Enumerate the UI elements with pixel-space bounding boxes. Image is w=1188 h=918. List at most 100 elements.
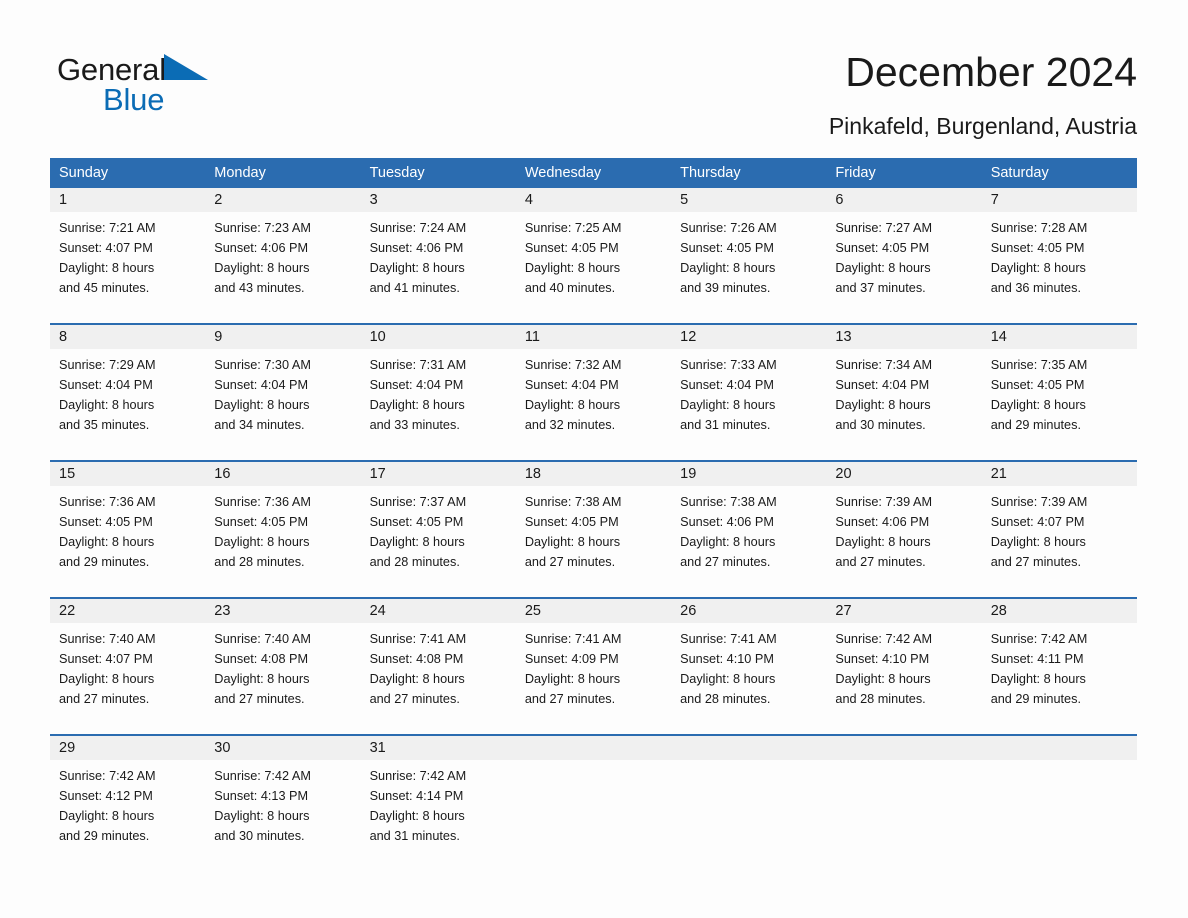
day-cell[interactable]: 24 Sunrise: 7:41 AM Sunset: 4:08 PM Dayligh…: [360, 599, 516, 726]
day-cell[interactable]: 17 Sunrise: 7:37 AM Sunset: 4:05 PM Dayligh…: [360, 462, 516, 589]
weekday-header-wednesday: Wednesday: [524, 165, 602, 181]
day-cell[interactable]: 5 Sunrise: 7:26 AM Sunset: 4:05 PM Daylight…: [671, 188, 827, 315]
day-cell[interactable]: 10 Sunrise: 7:31 AM Sunset: 4:04 PM Dayligh…: [360, 325, 516, 452]
day-cell[interactable]: 16 Sunrise: 7:36 AM Sunset: 4:05 PM Dayligh…: [205, 462, 361, 589]
daylight-text-line1: Daylight: 8 hours: [369, 809, 465, 823]
day-cell[interactable]: 4 Sunrise: 7:25 AM Sunset: 4:05 PM Daylight…: [515, 188, 672, 315]
day-cell[interactable]: 23 Sunrise: 7:40 AM Sunset: 4:08 PM Dayligh…: [205, 599, 361, 726]
day-cell[interactable]: 14 Sunrise: 7:35 AM Sunset: 4:05 PM Dayligh…: [981, 325, 1137, 452]
logo-line-top: General: [57, 52, 277, 87]
daylight-text-line1: Daylight: 8 hours: [835, 261, 931, 275]
daylight-text-line1: Daylight: 8 hours: [524, 398, 621, 412]
day-details: Sunrise: 7:36 AM Sunset: 4:05 PM Daylight:…: [50, 486, 205, 572]
day-number: 20: [826, 462, 982, 486]
sunset-text: Sunset: 4:04 PM: [59, 378, 153, 392]
day-number: 28: [981, 599, 1137, 623]
sunset-text: Sunset: 4:07 PM: [59, 241, 153, 255]
sunrise-text: Sunrise: 7:31 AM: [369, 358, 467, 372]
day-number: 14: [981, 325, 1137, 349]
day-cell[interactable]: 27 Sunrise: 7:42 AM Sunset: 4:10 PM Dayligh…: [826, 599, 982, 726]
day-cell[interactable]: 9 Sunrise: 7:30 AM Sunset: 4:04 PM Daylight…: [205, 325, 361, 452]
day-cell[interactable]: 1 Sunrise: 7:21 AM Sunset: 4:07 PM Daylight…: [50, 188, 206, 315]
day-number: 9: [205, 325, 361, 349]
daylight-text-line2: and 28 minutes.: [214, 555, 305, 569]
daylight-text-line2: and 27 minutes.: [214, 692, 305, 706]
day-details: Sunrise: 7:29 AM Sunset: 4:04 PM Daylight:…: [50, 349, 205, 435]
day-cell[interactable]: 31 Sunrise: 7:42 AM Sunset: 4:14 PM Dayligh…: [360, 736, 516, 863]
day-details: Sunrise: 7:40 AM Sunset: 4:08 PM Daylight:…: [205, 623, 360, 709]
day-details: Sunrise: 7:38 AM Sunset: 4:05 PM Daylight:…: [516, 486, 671, 572]
day-cell[interactable]: 20 Sunrise: 7:39 AM Sunset: 4:06 PM Dayligh…: [826, 462, 982, 589]
weekday-header-friday: Friday: [835, 165, 876, 181]
day-cell[interactable]: 7 Sunrise: 7:28 AM Sunset: 4:05 PM Daylight…: [981, 188, 1137, 315]
daylight-text-line2: and 27 minutes.: [835, 555, 926, 569]
day-cell[interactable]: 11 Sunrise: 7:32 AM Sunset: 4:04 PM Dayligh…: [515, 325, 672, 452]
sunrise-text: Sunrise: 7:42 AM: [369, 769, 467, 783]
sunset-text: Sunset: 4:08 PM: [214, 652, 309, 666]
day-cell[interactable]: 25 Sunrise: 7:41 AM Sunset: 4:09 PM Dayligh…: [515, 599, 672, 726]
daylight-text-line2: and 35 minutes.: [59, 418, 150, 432]
day-cell[interactable]: 26 Sunrise: 7:41 AM Sunset: 4:10 PM Dayligh…: [671, 599, 827, 726]
daylight-text-line1: Daylight: 8 hours: [524, 672, 621, 686]
week-row: 1 Sunrise: 7:21 AM Sunset: 4:07 PM Daylight…: [50, 188, 1137, 315]
daylight-text-line2: and 27 minutes.: [990, 555, 1081, 569]
daylight-text-line2: and 37 minutes.: [835, 281, 926, 295]
daylight-text-line1: Daylight: 8 hours: [835, 672, 931, 686]
weekday-header-tuesday: Tuesday: [369, 165, 425, 181]
sunset-text: Sunset: 4:05 PM: [59, 515, 153, 529]
daylight-text-line2: and 40 minutes.: [524, 281, 616, 295]
sunset-text: Sunset: 4:05 PM: [990, 378, 1085, 392]
sunrise-text: Sunrise: 7:39 AM: [835, 495, 933, 509]
logo-text-general: General: [57, 52, 166, 87]
daylight-text-line1: Daylight: 8 hours: [835, 398, 931, 412]
day-cell[interactable]: 13 Sunrise: 7:34 AM Sunset: 4:04 PM Dayligh…: [826, 325, 982, 452]
sunset-text: Sunset: 4:05 PM: [524, 515, 619, 529]
day-cell[interactable]: 29 Sunrise: 7:42 AM Sunset: 4:12 PM Dayligh…: [50, 736, 206, 863]
sunrise-text: Sunrise: 7:38 AM: [680, 495, 777, 509]
sunrise-text: Sunrise: 7:41 AM: [369, 632, 467, 646]
sunrise-text: Sunrise: 7:36 AM: [214, 495, 311, 509]
day-cell[interactable]: 8 Sunrise: 7:29 AM Sunset: 4:04 PM Daylight…: [50, 325, 206, 452]
daylight-text-line1: Daylight: 8 hours: [835, 535, 931, 549]
daylight-text-line1: Daylight: 8 hours: [59, 398, 155, 412]
week-row: 15 Sunrise: 7:36 AM Sunset: 4:05 PM Dayligh…: [50, 460, 1137, 589]
sunset-text: Sunset: 4:08 PM: [369, 652, 464, 666]
day-details: Sunrise: 7:36 AM Sunset: 4:05 PM Daylight:…: [205, 486, 360, 572]
daylight-text-line2: and 28 minutes.: [680, 692, 771, 706]
day-number: 25: [515, 599, 672, 623]
day-number: 16: [205, 462, 361, 486]
daylight-text-line2: and 43 minutes.: [214, 281, 305, 295]
daylight-text-line1: Daylight: 8 hours: [214, 672, 310, 686]
day-cell[interactable]: 15 Sunrise: 7:36 AM Sunset: 4:05 PM Dayligh…: [50, 462, 206, 589]
day-cell[interactable]: 12 Sunrise: 7:33 AM Sunset: 4:04 PM Dayligh…: [671, 325, 827, 452]
day-cell[interactable]: 22 Sunrise: 7:40 AM Sunset: 4:07 PM Dayligh…: [50, 599, 206, 726]
sunrise-text: Sunrise: 7:40 AM: [214, 632, 311, 646]
day-cell[interactable]: 3 Sunrise: 7:24 AM Sunset: 4:06 PM Daylight…: [360, 188, 516, 315]
day-cell[interactable]: 19 Sunrise: 7:38 AM Sunset: 4:06 PM Dayligh…: [671, 462, 827, 589]
sunset-text: Sunset: 4:05 PM: [214, 515, 309, 529]
day-cell[interactable]: 6 Sunrise: 7:27 AM Sunset: 4:05 PM Daylight…: [826, 188, 982, 315]
daylight-text-line1: Daylight: 8 hours: [59, 535, 155, 549]
general-blue-logo[interactable]: General Blue: [57, 52, 277, 122]
daylight-text-line2: and 31 minutes.: [369, 829, 460, 843]
day-cell[interactable]: 21 Sunrise: 7:39 AM Sunset: 4:07 PM Dayligh…: [981, 462, 1137, 589]
daylight-text-line1: Daylight: 8 hours: [990, 672, 1086, 686]
daylight-text-line2: and 29 minutes.: [59, 555, 150, 569]
weekday-header-sunday: Sunday: [59, 165, 109, 181]
day-cell[interactable]: 30 Sunrise: 7:42 AM Sunset: 4:13 PM Dayligh…: [205, 736, 361, 863]
sunrise-text: Sunrise: 7:35 AM: [990, 358, 1088, 372]
daylight-text-line1: Daylight: 8 hours: [214, 809, 310, 823]
day-cell[interactable]: 2 Sunrise: 7:23 AM Sunset: 4:06 PM Daylight…: [205, 188, 361, 315]
day-number: [515, 736, 672, 760]
sunset-text: Sunset: 4:06 PM: [214, 241, 309, 255]
day-cell[interactable]: 28 Sunrise: 7:42 AM Sunset: 4:11 PM Dayligh…: [981, 599, 1137, 726]
day-cell[interactable]: 18 Sunrise: 7:38 AM Sunset: 4:05 PM Dayligh…: [515, 462, 672, 589]
sunrise-text: Sunrise: 7:21 AM: [59, 221, 156, 235]
day-details: Sunrise: 7:37 AM Sunset: 4:05 PM Daylight:…: [361, 486, 516, 572]
sunrise-text: Sunrise: 7:27 AM: [835, 221, 933, 235]
sunrise-text: Sunrise: 7:30 AM: [214, 358, 311, 372]
day-details: Sunrise: 7:39 AM Sunset: 4:06 PM Daylight:…: [826, 486, 981, 572]
day-details: [826, 760, 981, 766]
page-header: General Blue December 2024 Pinkafeld, Bu…: [0, 0, 1188, 139]
day-number: [981, 736, 1137, 760]
